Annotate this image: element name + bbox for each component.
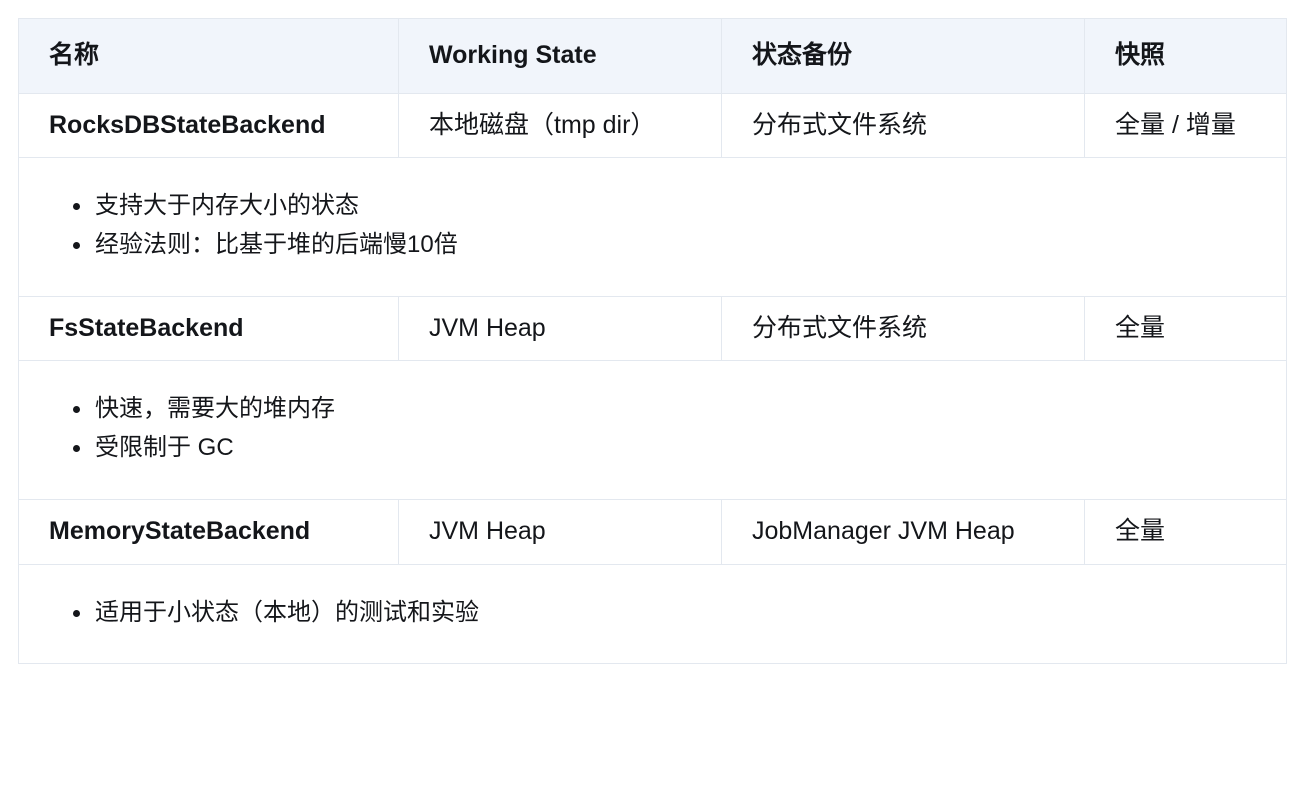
table-notes-row: 适用于小状态（本地）的测试和实验	[18, 563, 1287, 665]
list-item: 适用于小状态（本地）的测试和实验	[73, 594, 1286, 633]
list-item: 支持大于内存大小的状态	[73, 187, 1286, 226]
table-header: 名称 Working State 状态备份 快照	[18, 18, 1287, 94]
table-header-row: 名称 Working State 状态备份 快照	[18, 18, 1287, 94]
cell-backend-name: FsStateBackend	[18, 295, 399, 362]
list-item: 受限制于 GC	[73, 429, 1286, 468]
cell-state-backup: JobManager JVM Heap	[721, 499, 1085, 565]
table-notes-row: 快速，需要大的堆内存 受限制于 GC	[18, 360, 1287, 500]
list-item: 快速，需要大的堆内存	[73, 390, 1286, 429]
notes-list: 适用于小状态（本地）的测试和实验	[19, 565, 1286, 664]
state-backend-comparison-table: 名称 Working State 状态备份 快照 RocksDBStateBac…	[18, 18, 1287, 665]
table-row: MemoryStateBackend JVM Heap JobManager J…	[18, 499, 1287, 565]
page-root: 名称 Working State 状态备份 快照 RocksDBStateBac…	[0, 0, 1306, 800]
cell-backend-name: RocksDBStateBackend	[18, 92, 399, 158]
cell-notes: 支持大于内存大小的状态 经验法则：比基于堆的后端慢10倍	[18, 157, 1287, 297]
cell-state-backup: 分布式文件系统	[721, 92, 1085, 158]
cell-notes: 快速，需要大的堆内存 受限制于 GC	[18, 360, 1287, 500]
table-notes-row: 支持大于内存大小的状态 经验法则：比基于堆的后端慢10倍	[18, 157, 1287, 297]
table-row: RocksDBStateBackend 本地磁盘（tmp dir） 分布式文件系…	[18, 92, 1287, 158]
cell-snapshot: 全量	[1084, 295, 1287, 362]
cell-snapshot: 全量 / 增量	[1084, 92, 1287, 158]
notes-list: 支持大于内存大小的状态 经验法则：比基于堆的后端慢10倍	[19, 158, 1286, 296]
column-header-state-backup: 状态备份	[721, 18, 1085, 94]
column-header-working-state: Working State	[398, 18, 722, 94]
column-header-snapshot: 快照	[1084, 18, 1287, 94]
cell-snapshot: 全量	[1084, 499, 1287, 565]
table-row: FsStateBackend JVM Heap 分布式文件系统 全量	[18, 295, 1287, 362]
cell-working-state: JVM Heap	[398, 499, 722, 565]
column-header-name: 名称	[18, 18, 399, 94]
cell-state-backup: 分布式文件系统	[721, 295, 1085, 362]
cell-working-state: JVM Heap	[398, 295, 722, 362]
cell-notes: 适用于小状态（本地）的测试和实验	[18, 563, 1287, 665]
list-item: 经验法则：比基于堆的后端慢10倍	[73, 226, 1286, 265]
notes-list: 快速，需要大的堆内存 受限制于 GC	[19, 361, 1286, 499]
cell-backend-name: MemoryStateBackend	[18, 499, 399, 565]
table-body: RocksDBStateBackend 本地磁盘（tmp dir） 分布式文件系…	[18, 92, 1287, 665]
cell-working-state: 本地磁盘（tmp dir）	[398, 92, 722, 158]
